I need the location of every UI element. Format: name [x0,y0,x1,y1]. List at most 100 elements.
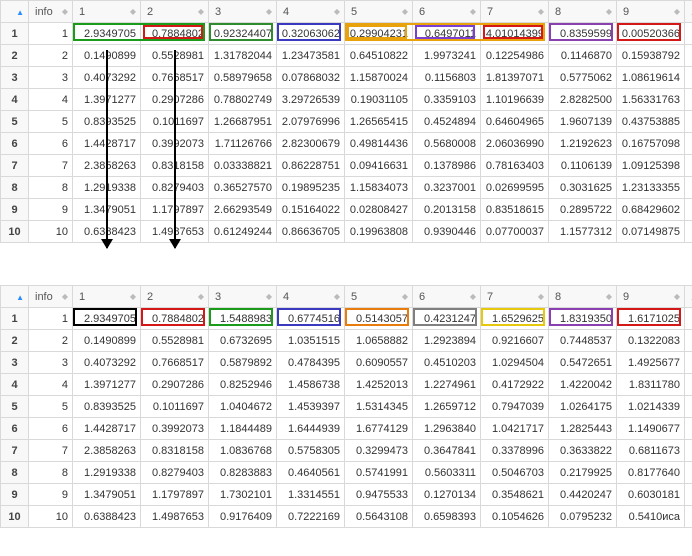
cell[interactable]: 5 [29,111,73,133]
col-9[interactable]: 9◆ [617,1,685,23]
table-row[interactable]: 330.40732920.76685170.58798920.47843950.… [1,352,692,374]
cell[interactable]: 0.1106139 [549,155,617,177]
cell[interactable]: 0.09416631 [345,155,413,177]
sort-icon[interactable]: ◆ [198,293,204,301]
table-row[interactable]: 550.83935250.10116971.266879512.07976996… [1,111,692,133]
cell[interactable]: 0.9176409 [209,506,277,528]
cell[interactable]: 0.92324407 [209,23,277,45]
cell[interactable]: 2.8282500 [549,89,617,111]
cell[interactable]: 0.2013158 [413,199,481,221]
sort-icon[interactable]: ◆ [538,293,544,301]
cell[interactable]: 5 [29,396,73,418]
cell[interactable]: 0.3633822 [549,440,617,462]
cell[interactable]: 0.5046703 [481,462,549,484]
cell[interactable]: 0.86228751 [277,155,345,177]
cell[interactable]: 2 [29,45,73,67]
cell[interactable]: 1.5314345 [345,396,413,418]
cell[interactable]: 0.36527570 [209,177,277,199]
cell[interactable]: 1.8319350 [549,308,617,330]
sort-icon[interactable]: ◆ [606,293,612,301]
cell[interactable]: 1.23473581 [277,45,345,67]
cell[interactable]: 0.4420247 [549,484,617,506]
cell[interactable]: 1.0264175 [549,396,617,418]
cell[interactable]: 8 [29,462,73,484]
sort-icon[interactable]: ◆ [470,293,476,301]
sort-icon[interactable]: ◆ [470,8,476,16]
cell[interactable]: 0.15938792 [617,45,685,67]
cell[interactable]: 10 [29,221,73,243]
cell[interactable]: 0.6732695 [209,330,277,352]
sort-icon[interactable]: ▲ [16,9,24,17]
cell[interactable]: 3 [29,67,73,89]
cell[interactable]: 0.4231247 [413,308,481,330]
cell[interactable]: 0.19895235 [277,177,345,199]
row-index[interactable]: 8 [1,462,29,484]
row-index[interactable]: 6 [1,133,29,155]
row-index[interactable]: 4 [1,89,29,111]
row-index[interactable]: 9 [1,199,29,221]
cell[interactable]: 4 [29,89,73,111]
cell[interactable]: 0.49814436 [345,133,413,155]
cell[interactable]: 0.64604965 [481,111,549,133]
cell[interactable]: 10 [29,506,73,528]
cell[interactable]: 1.4925677 [617,352,685,374]
sort-icon[interactable]: ◆ [62,8,68,16]
cell[interactable]: 0.1270134 [413,484,481,506]
table-row[interactable]: 330.40732920.76685170.589796580.07868032… [1,67,692,89]
row-index[interactable]: 3 [1,352,29,374]
sort-icon[interactable]: ▲ [16,294,24,302]
cell[interactable]: 3.29726539 [277,89,345,111]
cell[interactable]: 1.9607139 [549,111,617,133]
cell[interactable]: 1.08619614 [617,67,685,89]
cell[interactable]: 1.4428717 [73,418,141,440]
cell[interactable]: 2.07976996 [277,111,345,133]
cell[interactable]: 1 [29,23,73,45]
cell[interactable]: 0.6774516 [277,308,345,330]
cell[interactable]: 0.1054626 [481,506,549,528]
cell[interactable]: 0.1378986 [413,155,481,177]
cell[interactable]: 9 [29,484,73,506]
cell[interactable]: 0.9216607 [481,330,549,352]
cell[interactable]: 0.58979658 [209,67,277,89]
cell[interactable]: 1.6529625 [481,308,549,330]
cell[interactable]: 1.1844489 [209,418,277,440]
cell[interactable]: 0.3359103 [413,89,481,111]
cell[interactable]: 0.19963808 [345,221,413,243]
row-index[interactable]: 2 [1,330,29,352]
col-info[interactable]: info◆ [29,1,73,23]
cell[interactable]: 0.3299473 [345,440,413,462]
cell[interactable]: 0.02699595 [481,177,549,199]
cell[interactable]: 0.9475533 [345,484,413,506]
cell[interactable]: 0.5603311 [413,462,481,484]
cell[interactable]: 1.15870024 [345,67,413,89]
table-row[interactable]: 881.29193380.82794030.82838830.46405610.… [1,462,692,484]
sort-icon[interactable]: ◆ [266,8,272,16]
cell[interactable]: 1.2919338 [73,462,141,484]
cell[interactable]: 0.8279403 [141,462,209,484]
cell[interactable]: 0.5680008 [413,133,481,155]
table-row[interactable]: 991.34790511.17978972.662935490.15164022… [1,199,692,221]
table-row[interactable]: 881.29193380.82794030.365275700.19895235… [1,177,692,199]
table-row[interactable]: 10100.63884231.49876530.91764090.7222169… [1,506,692,528]
cell[interactable]: 0.6497011 [413,23,481,45]
cell[interactable]: 0.8283883 [209,462,277,484]
cell[interactable]: 0.0795232 [549,506,617,528]
cell[interactable]: 1.10196639 [481,89,549,111]
cell[interactable]: 0.6811673 [617,440,685,462]
cell[interactable]: 1.0294504 [481,352,549,374]
col-8[interactable]: 8◆ [549,1,617,23]
col-1[interactable]: 1◆ [73,1,141,23]
cell[interactable]: 0.4524894 [413,111,481,133]
col-3[interactable]: 3◆ [209,1,277,23]
cell[interactable]: 1.9973241 [413,45,481,67]
cell[interactable]: 1.2274961 [413,374,481,396]
cell[interactable]: 0.8359599 [549,23,617,45]
row-index[interactable]: 1 [1,23,29,45]
cell[interactable]: 2.82300679 [277,133,345,155]
row-index[interactable]: 7 [1,155,29,177]
cell[interactable]: 0.7884802 [141,308,209,330]
sort-icon[interactable]: ◆ [198,8,204,16]
col-info[interactable]: info◆ [29,286,73,308]
col-8[interactable]: 8◆ [549,286,617,308]
cell[interactable]: 6 [29,418,73,440]
